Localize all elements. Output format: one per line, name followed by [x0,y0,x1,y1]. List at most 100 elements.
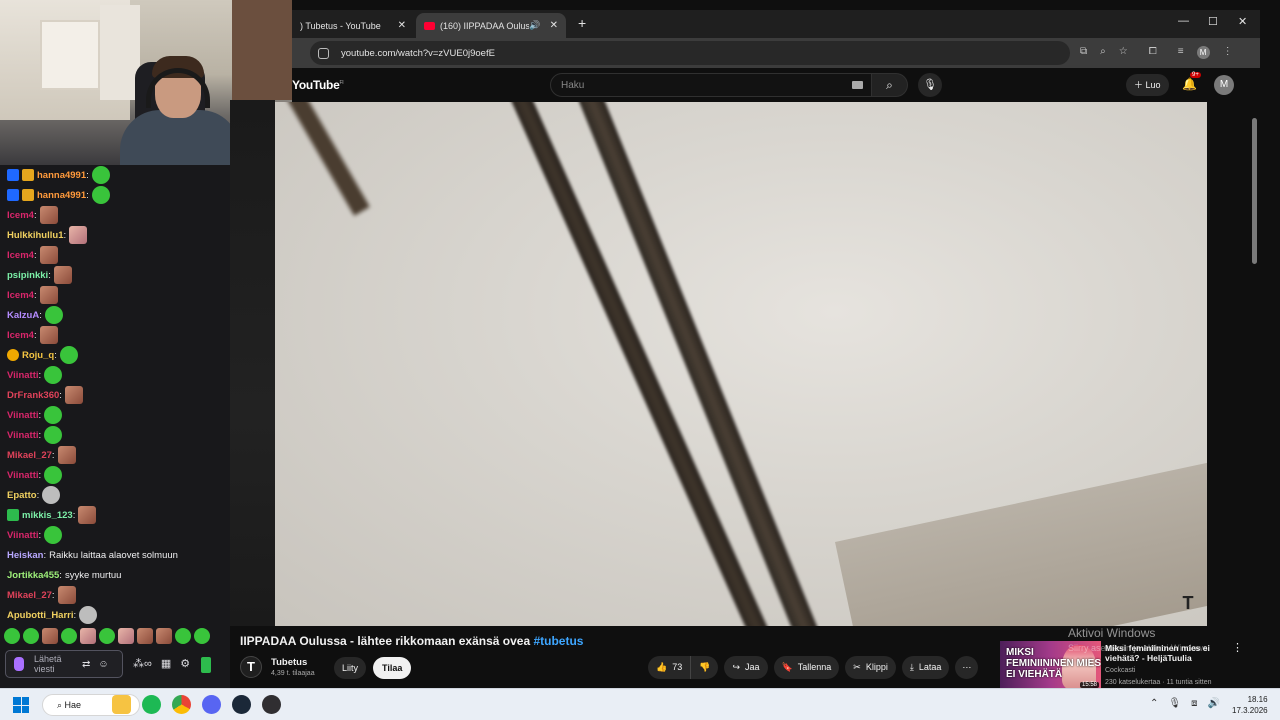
page-scrollbar[interactable] [1250,100,1260,690]
emote-face[interactable] [42,628,58,644]
notifications-button[interactable]: 🔔 9+ [1182,72,1201,91]
volume-icon[interactable]: 🔊 [1207,698,1219,709]
mic-icon[interactable] [14,657,24,671]
join-button[interactable]: Liity [334,657,367,679]
chat-username[interactable]: Jortikka455 [7,570,59,581]
channel-name[interactable]: Tubetus [271,657,315,668]
close-window-icon[interactable]: ✕ [1238,15,1247,28]
chat-emote[interactable] [79,606,98,624]
chat-emote[interactable] [39,326,58,344]
chat-emote[interactable] [39,206,58,224]
windows-start-icon[interactable] [13,697,29,713]
chat-username[interactable]: psipinkki [7,270,48,281]
microphone-icon[interactable]: 🎙 [1168,698,1181,709]
taskbar-clock[interactable]: 18.16 17.3.2026 [1232,694,1268,716]
chat-emote[interactable] [57,446,76,464]
chat-emote[interactable] [44,526,63,544]
site-info-icon[interactable] [318,47,329,59]
emote-face[interactable] [137,628,153,644]
voice-search-button[interactable]: 🎙 [918,73,942,97]
save-button[interactable]: 🔖 Tallenna [773,656,840,679]
steam-icon[interactable] [232,695,251,714]
chat-emote[interactable] [39,246,58,264]
emote-pepe[interactable] [4,628,20,644]
emoji-icon[interactable]: ☺ [98,659,108,670]
maximize-icon[interactable]: ☐ [1208,15,1218,28]
channel-info[interactable]: T Tubetus 4,39 t. tilaajaa [240,656,315,678]
speaker-icon[interactable]: 🔊 [529,20,540,31]
chat-emote[interactable] [91,166,110,184]
chat-emote[interactable] [39,286,58,304]
video-hashtag[interactable]: #tubetus [533,634,583,648]
chat-username[interactable]: Icem4 [7,290,34,301]
cast-icon[interactable]: ⧉ [1080,46,1087,59]
channel-avatar[interactable]: T [240,656,262,678]
chat-emote[interactable] [53,266,72,284]
chat-username[interactable]: Viinatti [7,470,39,481]
chat-username[interactable]: Mikael_27 [7,450,52,461]
chat-username[interactable]: Viinatti [7,370,39,381]
minimize-icon[interactable]: — [1178,15,1189,27]
download-button[interactable]: ⤓ Lataa [901,656,950,679]
dislike-button[interactable]: 👎 [691,656,719,679]
emote-pepe[interactable] [194,628,210,644]
chat-username[interactable]: KalzuA [7,310,39,321]
chat-username[interactable]: hanna4991 [37,190,86,201]
chat-emote[interactable] [59,346,78,364]
new-tab-icon[interactable]: + [578,15,586,31]
emote-pepe[interactable] [175,628,191,644]
chat-emote[interactable] [57,586,76,604]
chat-username[interactable]: Viinatti [7,410,39,421]
chat-emote[interactable] [69,226,88,244]
chat-emote[interactable] [64,386,83,404]
share-button[interactable]: ↪ Jaa [724,656,768,679]
chat-username[interactable]: Viinatti [7,430,39,441]
chat-username[interactable]: Mikael_27 [7,590,52,601]
obs-icon[interactable] [262,695,281,714]
more-icon[interactable]: ⋮ [1232,641,1243,654]
chat-badge-icon[interactable] [22,169,34,181]
emote-pepe[interactable] [23,628,39,644]
media-control-icon[interactable]: ≡ [1178,46,1184,59]
menu-kebab-icon[interactable]: ⋮ [1223,46,1233,59]
chat-input[interactable]: Lähetä viesti ⇄ ☺ [5,650,123,678]
chat-emote[interactable] [44,306,63,324]
close-icon[interactable]: ✕ [398,20,406,31]
chat-badge-icon[interactable] [7,189,19,201]
chat-username[interactable]: Icem4 [7,210,34,221]
chat-username[interactable]: DrFrank360 [7,390,59,401]
scrollbar-thumb[interactable] [1252,118,1257,264]
browser-tab[interactable]: ) Tubetus - YouTube ✕ [292,13,414,38]
chat-emote[interactable] [78,506,97,524]
chat-send-button[interactable] [201,657,212,673]
emote-face[interactable] [156,628,172,644]
chrome-icon[interactable] [172,695,191,714]
chat-emote[interactable] [44,406,63,424]
search-input[interactable]: Haku [550,73,872,97]
chat-badge-icon[interactable] [22,189,34,201]
chat-username[interactable]: mikkis_123 [22,510,73,521]
chat-emote[interactable] [44,366,63,384]
recommended-channel[interactable]: Cockcasti [1105,667,1135,674]
chat-emote[interactable] [91,186,110,204]
file-explorer-icon[interactable] [112,695,131,714]
chat-username[interactable]: Epatto [7,490,37,501]
address-bar[interactable]: youtube.com/watch?v=zVUE0j9oefE [310,41,1070,65]
bookmark-star-icon[interactable]: ☆ [1119,46,1128,59]
like-button[interactable]: 👍 73 [648,656,692,679]
text-format-icon[interactable]: ⇄ [82,659,90,670]
network-icon[interactable]: ⧈ [1191,698,1197,709]
bits-icon[interactable]: ⁂∞ [133,657,152,673]
chat-emote[interactable] [42,486,61,504]
emote-face[interactable] [118,628,134,644]
zoom-icon[interactable]: ⌕ [1100,46,1106,59]
chevron-up-icon[interactable]: ⌃ [1150,698,1158,709]
browser-tab-active[interactable]: (160) IIPPADAA Oulussa - lä 🔊 ✕ [416,13,566,38]
chat-username[interactable]: hanna4991 [37,170,86,181]
emote-pepe[interactable] [99,628,115,644]
subscribe-button[interactable]: Tilaa [373,657,412,679]
chat-username[interactable]: Hulkkihullu1 [7,230,63,241]
extensions-icon[interactable]: ⧠ [1149,46,1157,59]
chat-username[interactable]: Heiskan [7,550,43,561]
settings-icon[interactable]: ⚙ [180,657,190,673]
